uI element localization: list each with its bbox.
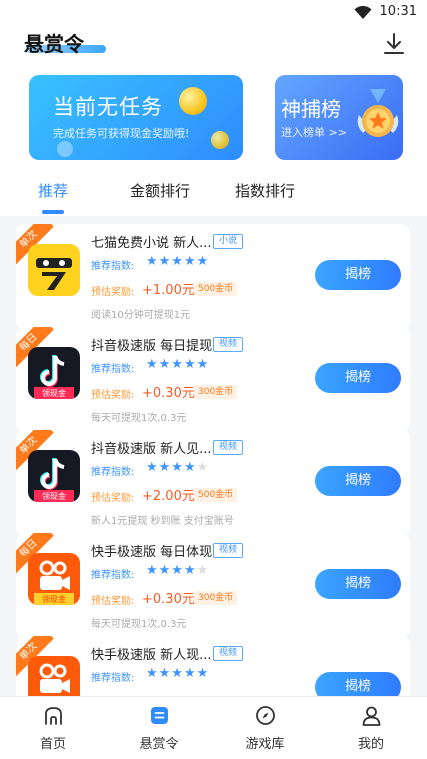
rec-index-label: 推荐指数: — [91, 673, 135, 684]
category-tag: 视频 — [213, 646, 244, 661]
coin-icon — [211, 131, 229, 149]
claim-task-button[interactable]: 揭榜 — [315, 363, 401, 393]
icon-badge: 领现金 — [42, 491, 66, 501]
leaderboard-link[interactable]: 进入榜单 >> — [281, 124, 347, 140]
nav-profile[interactable]: 我的 — [318, 697, 424, 759]
coin-reward-tag: 300金币 — [194, 591, 238, 605]
profile-icon — [362, 706, 381, 726]
tab-amount-ranking[interactable]: 金额排行 — [130, 180, 190, 201]
icon-badge: 领现金 — [42, 388, 66, 398]
category-tag: 视频 — [213, 440, 244, 455]
task-title: 七猫免费小说 新人... — [91, 236, 212, 251]
nav-profile-label: 我的 — [357, 737, 384, 752]
tab-recommended[interactable]: 推荐 — [38, 180, 68, 201]
claim-task-button[interactable]: 揭榜 — [315, 569, 401, 599]
nav-home-label: 首页 — [39, 737, 66, 752]
coin-decoration — [57, 141, 73, 157]
task-title: 抖音极速版 新人见... — [91, 442, 212, 457]
nav-game-library-label: 游戏库 — [245, 737, 285, 752]
reward-label: 预估奖励: — [91, 493, 135, 504]
reward-label: 预估奖励: — [91, 390, 135, 401]
reward-label: 预估奖励: — [91, 596, 135, 607]
claim-task-button[interactable]: 揭榜 — [315, 466, 401, 496]
medal-icon — [357, 89, 399, 137]
wifi-icon — [354, 6, 372, 19]
bottom-nav: 首页 悬赏令 游戏库 我的 — [0, 696, 427, 759]
current-task-title: 当前无任务 — [53, 95, 163, 119]
rec-index-label: 推荐指数: — [91, 364, 135, 375]
kuaishou-app-icon: 领现金 — [28, 553, 80, 605]
reward-amount: +0.30元 — [142, 386, 195, 401]
nav-bounty-label: 悬赏令 — [139, 737, 179, 752]
page-title: 悬赏令 — [24, 32, 84, 56]
leaderboard-banner[interactable]: 神捕榜 进入榜单 >> — [275, 75, 403, 160]
tab-indicator — [42, 210, 64, 214]
tab-index-ranking[interactable]: 指数排行 — [235, 180, 295, 201]
nav-bounty[interactable]: 悬赏令 — [106, 697, 212, 759]
task-description: 每天可提现1次,0.3元 — [91, 413, 187, 424]
douyin-app-icon: 领现金 — [28, 450, 80, 502]
reward-label: 预估奖励: — [91, 287, 135, 298]
rating-stars: ★★★★★ — [146, 357, 210, 372]
nav-game-library[interactable]: 游戏库 — [212, 697, 318, 759]
kuaishou-app-icon — [28, 656, 80, 696]
task-card[interactable]: 每日 领现金 抖音极速版 每日提现 视频 推荐指数: ★★★★★ 预估奖励: +… — [16, 327, 410, 432]
task-card[interactable]: 单次 快手极速版 新人现... 视频 推荐指数: ★★★★★ 揭榜 — [16, 636, 410, 696]
reward-amount: +2.00元 — [142, 489, 195, 504]
compass-icon — [256, 706, 275, 725]
icon-badge: 领现金 — [42, 594, 66, 604]
rating-stars: ★★★★★ — [146, 460, 210, 475]
rating-stars: ★★★★★ — [146, 563, 210, 578]
task-title: 快手极速版 新人现... — [91, 648, 212, 663]
task-description: 每天可提现1次,0.3元 — [91, 619, 187, 630]
task-card[interactable]: 单次 七猫免费小说 新人... 小说 推荐指数: ★★★★★ 预估奖励: +1.… — [16, 224, 410, 329]
rating-stars: ★★★★★ — [146, 666, 210, 681]
leaderboard-title: 神捕榜 — [281, 97, 341, 121]
rec-index-label: 推荐指数: — [91, 261, 135, 272]
task-card[interactable]: 每日 领现金 快手极速版 每日体现 视频 推荐指数: ★★★★★ 预估奖励: +… — [16, 533, 410, 638]
reward-amount: +1.00元 — [142, 283, 195, 298]
status-bar: 10:31 — [0, 0, 427, 26]
rec-index-label: 推荐指数: — [91, 570, 135, 581]
current-task-subtitle: 完成任务可获得现金奖励哦! — [53, 127, 190, 140]
header: 悬赏令 — [0, 26, 427, 66]
claim-task-button[interactable]: 揭榜 — [315, 672, 401, 696]
bounty-icon — [151, 707, 168, 724]
claim-task-button[interactable]: 揭榜 — [315, 260, 401, 290]
coin-icon — [179, 87, 207, 115]
category-tag: 视频 — [213, 337, 244, 352]
task-list: 单次 七猫免费小说 新人... 小说 推荐指数: ★★★★★ 预估奖励: +1.… — [0, 216, 427, 696]
qimao-app-icon — [28, 244, 80, 296]
tab-bar: 推荐 金额排行 指数排行 — [0, 170, 427, 216]
download-icon[interactable] — [383, 32, 405, 56]
task-description: 阅读10分钟可提现1元 — [91, 310, 191, 321]
task-title: 快手极速版 每日体现 — [91, 545, 213, 560]
coin-reward-tag: 300金币 — [194, 385, 238, 399]
coin-reward-tag: 500金币 — [194, 488, 238, 502]
task-title: 抖音极速版 每日提现 — [91, 339, 213, 354]
status-time: 10:31 — [379, 4, 417, 19]
rec-index-label: 推荐指数: — [91, 467, 135, 478]
current-task-banner[interactable]: 当前无任务 完成任务可获得现金奖励哦! — [29, 75, 243, 160]
task-card[interactable]: 单次 领现金 抖音极速版 新人见... 视频 推荐指数: ★★★★★ 预估奖励:… — [16, 430, 410, 535]
coin-reward-tag: 500金币 — [194, 282, 238, 296]
screen: 10:31 悬赏令 当前无任务 完成任务可获得现金奖励哦! 神捕榜 进入榜单 >… — [0, 0, 427, 759]
rating-stars: ★★★★★ — [146, 254, 210, 269]
home-icon — [45, 707, 62, 725]
nav-home[interactable]: 首页 — [0, 697, 106, 759]
category-tag: 视频 — [213, 543, 244, 558]
task-description: 新人1元提现 秒到账 支付宝账号 — [91, 516, 234, 527]
category-tag: 小说 — [213, 234, 244, 249]
douyin-app-icon: 领现金 — [28, 347, 80, 399]
reward-amount: +0.30元 — [142, 592, 195, 607]
